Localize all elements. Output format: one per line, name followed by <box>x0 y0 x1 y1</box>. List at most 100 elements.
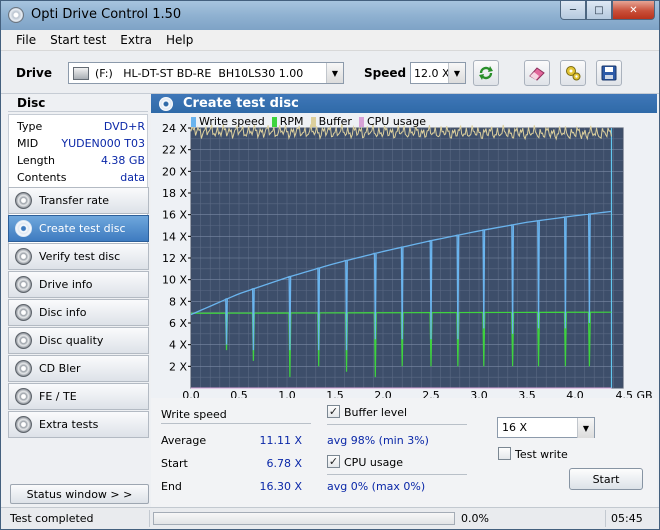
window-controls: ─ □ ✕ <box>560 1 655 20</box>
elapsed-time: 05:45 <box>611 512 643 525</box>
erase-button[interactable] <box>524 60 550 86</box>
drive-select-value: (F:) HL-DT-ST BD-RE BH10LS30 1.00 <box>95 66 304 80</box>
y-tick-label: 10 X <box>162 274 187 287</box>
eraser-icon <box>529 67 545 81</box>
cpu-usage-label: CPU usage <box>344 456 404 469</box>
menu-bar: File Start test Extra Help <box>1 30 659 51</box>
x-tick-label: 3.0 <box>470 389 488 398</box>
maximize-button[interactable]: □ <box>586 1 612 20</box>
status-divider <box>605 510 606 527</box>
legend-label: CPU usage <box>366 115 427 128</box>
menu-help[interactable]: Help <box>159 33 200 47</box>
legend-label: Write speed <box>199 115 265 128</box>
disc-icon <box>15 416 32 433</box>
disc-info-value: data <box>120 171 145 184</box>
close-icon: ✕ <box>629 4 638 16</box>
speed-label: Speed <box>364 66 407 80</box>
disc-icon <box>15 192 32 209</box>
disc-info-key: MID <box>17 137 39 150</box>
nav-label: Drive info <box>39 278 93 291</box>
y-tick-label: 16 X <box>162 209 187 222</box>
legend-swatch <box>191 116 196 127</box>
write-speed-chart: 2 X 4 X 6 X 8 X 10 X 12 X 14 X 16 X 18 X 20 X 22 X… <box>162 122 653 398</box>
start-button[interactable]: Start <box>569 468 643 490</box>
refresh-icon <box>479 66 493 80</box>
speed-select-value: 12.0 X <box>414 66 450 80</box>
floppy-save-icon <box>601 65 617 81</box>
disc-info-row: Contents data <box>17 171 145 187</box>
nav-label: Create test disc <box>39 222 126 235</box>
start-value: 6.78 X <box>266 457 302 470</box>
disc-info-row: Length 4.38 GB <box>17 154 145 170</box>
drive-icon <box>73 66 89 80</box>
chevron-down-icon: ▼ <box>448 63 465 83</box>
disc-icon <box>15 248 32 265</box>
y-tick-label: 20 X <box>162 165 187 178</box>
buffer-level-checkbox[interactable]: ✓ <box>327 405 340 418</box>
disc-info-key: Length <box>17 154 55 167</box>
y-tick-label: 12 X <box>162 252 187 265</box>
refresh-button[interactable] <box>473 60 499 86</box>
x-tick-label: 1.0 <box>278 389 296 398</box>
disc-icon <box>15 276 32 293</box>
end-value: 16.30 X <box>259 480 302 493</box>
minimize-icon: ─ <box>569 4 577 16</box>
test-write-checkbox[interactable] <box>498 447 511 460</box>
toolbar: Drive (F:) HL-DT-ST BD-RE BH10LS30 1.00 … <box>1 51 659 94</box>
buffer-level-label: Buffer level <box>344 406 408 419</box>
nav-disc-info[interactable]: Disc info <box>8 299 149 326</box>
buffer-level-value: avg 98% (min 3%) <box>327 434 429 447</box>
y-tick-label: 6 X <box>169 317 187 330</box>
speed-select[interactable]: 12.0 X ▼ <box>410 62 466 84</box>
progress-bar <box>153 512 455 525</box>
y-tick-label: 18 X <box>162 187 187 200</box>
legend-item: Buffer <box>310 115 352 128</box>
x-tick-label: 2.5 <box>422 389 440 398</box>
minimize-button[interactable]: ─ <box>560 1 586 20</box>
x-tick-label: 0.0 <box>182 389 200 398</box>
drive-label: Drive <box>16 66 52 80</box>
cpu-usage-checkbox[interactable]: ✓ <box>327 455 340 468</box>
disc-app-icon <box>8 7 24 23</box>
nav-label: Disc quality <box>39 334 104 347</box>
close-button[interactable]: ✕ <box>612 1 655 20</box>
y-tick-label: 8 X <box>169 295 187 308</box>
menu-extra[interactable]: Extra <box>113 33 159 47</box>
status-text: Test completed <box>10 512 94 525</box>
disc-info-row: Type DVD+R <box>17 120 145 136</box>
x-tick-label: 4.0 <box>566 389 584 398</box>
disc-icon <box>15 220 32 237</box>
window-title: Opti Drive Control 1.50 <box>31 7 182 22</box>
cpu-usage-value: avg 0% (max 0%) <box>327 480 426 493</box>
disc-info-value: YUDEN000 T03 <box>61 137 145 150</box>
settings-button[interactable] <box>560 60 586 86</box>
nav-drive-info[interactable]: Drive info <box>8 271 149 298</box>
disc-icon <box>159 96 173 111</box>
write-speed-select[interactable]: 16 X ▼ <box>497 417 595 438</box>
legend-item: CPU usage <box>358 115 427 128</box>
chart-area: 2 X 4 X 6 X 8 X 10 X 12 X 14 X 16 X 18 X 20 X 22 X… <box>151 113 657 398</box>
nav-extra-tests[interactable]: Extra tests <box>8 411 149 438</box>
disc-info-key: Contents <box>17 171 67 184</box>
menu-file[interactable]: File <box>9 33 43 47</box>
nav-disc-quality[interactable]: Disc quality <box>8 327 149 354</box>
save-button[interactable] <box>596 60 622 86</box>
nav-fe-te[interactable]: FE / TE <box>8 383 149 410</box>
main-panel: Create test disc 2 X 4 X 6 X 8 X 10 X 12 X 14 … <box>151 94 657 507</box>
status-window-button[interactable]: Status window > > <box>10 484 149 504</box>
nav-create-test-disc[interactable]: Create test disc <box>8 215 149 242</box>
x-tick-label: 4.5 GB <box>615 389 652 398</box>
menu-start-test[interactable]: Start test <box>43 33 113 47</box>
nav-transfer-rate[interactable]: Transfer rate <box>8 187 149 214</box>
nav-cd-bler[interactable]: CD Bler <box>8 355 149 382</box>
y-tick-label: 4 X <box>169 339 187 352</box>
disc-section-title: Disc <box>8 96 148 112</box>
x-tick-label: 0.5 <box>230 389 248 398</box>
gears-icon <box>566 66 581 81</box>
divider <box>161 423 311 424</box>
nav-verify-test-disc[interactable]: Verify test disc <box>8 243 149 270</box>
average-label: Average <box>161 434 207 447</box>
legend-swatch <box>358 116 364 127</box>
drive-select[interactable]: (F:) HL-DT-ST BD-RE BH10LS30 1.00 ▼ <box>68 62 344 84</box>
sidebar: Disc Type DVD+R MID YUDEN000 T03 Length … <box>8 94 150 506</box>
